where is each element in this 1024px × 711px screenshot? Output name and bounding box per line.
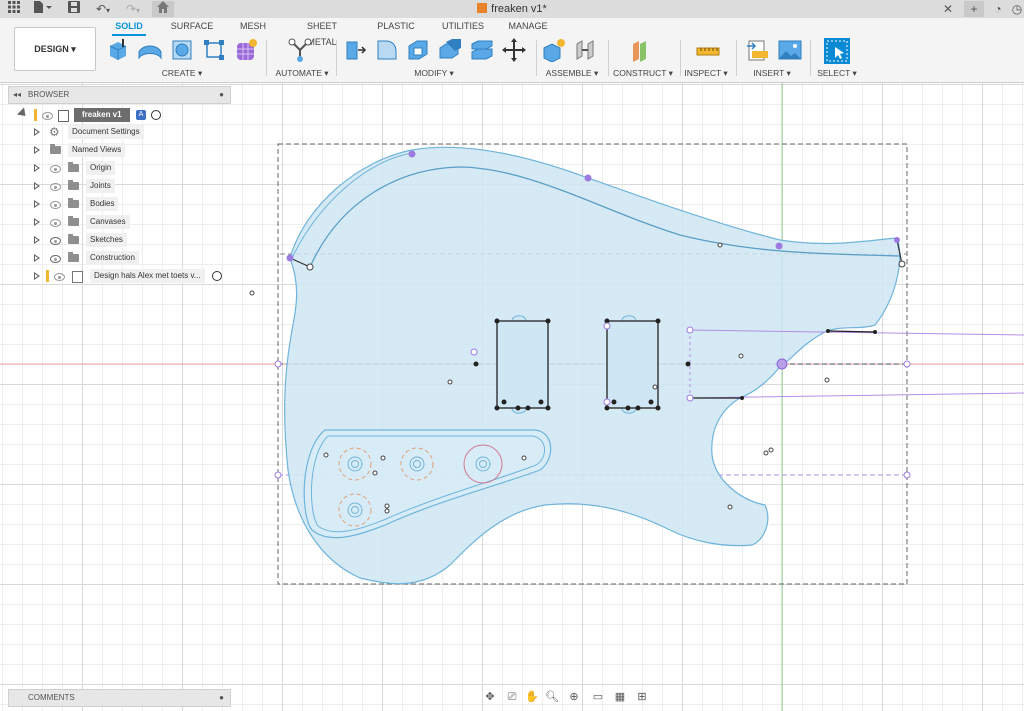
bridge-pickup (606, 315, 659, 414)
component-indicator (46, 270, 49, 282)
origin-point (776, 358, 788, 370)
folder-icon (50, 144, 61, 154)
visibility-eye-icon[interactable] (50, 237, 61, 245)
neck-pickup (496, 315, 549, 414)
browser-item-document-settings[interactable]: ⚙ Document Settings (32, 124, 228, 140)
collapse-panel-icon[interactable]: ● (219, 87, 224, 103)
browser-item-joints[interactable]: Joints (32, 178, 228, 194)
document-icon (58, 110, 69, 122)
expand-triangle-icon[interactable] (34, 164, 40, 172)
browser-panel-header[interactable]: ◂◂ BROWSER ● (8, 86, 231, 104)
browser-item-label: Sketches (86, 233, 127, 247)
browser-item-label: Origin (86, 161, 116, 175)
look-at-icon[interactable]: ⎚ (504, 689, 520, 705)
folder-icon (68, 180, 79, 190)
orbit-icon[interactable]: ✥ (482, 689, 498, 705)
expand-triangle-icon[interactable] (34, 182, 40, 190)
expand-triangle-icon[interactable] (34, 236, 40, 244)
browser-item-label: Design hals Alex met toets v... (90, 269, 205, 283)
hidden-eye-icon[interactable] (54, 273, 65, 281)
browser-item-sketches[interactable]: Sketches (32, 232, 228, 248)
folder-icon (68, 198, 79, 208)
active-indicator (34, 109, 37, 121)
expand-triangle-icon[interactable] (34, 200, 40, 208)
browser-item-construction[interactable]: Construction (32, 250, 228, 266)
display-settings-icon[interactable]: ▭ (590, 689, 606, 705)
viewports-icon[interactable]: ⊞ (634, 689, 650, 705)
expand-triangle-icon[interactable] (34, 254, 40, 262)
folder-icon (68, 234, 79, 244)
browser-item-label: Named Views (68, 143, 126, 157)
version-badge-icon[interactable]: A (136, 110, 146, 120)
browser-root-row[interactable]: freaken v1 A (16, 107, 228, 123)
browser-item-named-views[interactable]: Named Views (32, 142, 228, 158)
expand-triangle-icon[interactable] (34, 128, 40, 136)
browser-item-label: Joints (86, 179, 115, 193)
root-label[interactable]: freaken v1 (74, 108, 130, 122)
grid-settings-icon[interactable]: ▦ (612, 689, 628, 705)
zoom-window-icon[interactable]: 🔍︎ (544, 689, 560, 705)
add-comment-icon[interactable]: ● (219, 690, 224, 706)
browser-item-origin[interactable]: Origin (32, 160, 228, 176)
hidden-eye-icon[interactable] (50, 165, 61, 173)
folder-icon (68, 162, 79, 172)
gear-icon: ⚙ (49, 125, 60, 139)
browser-title: BROWSER (28, 90, 70, 99)
comments-title: COMMENTS (28, 693, 75, 702)
expand-triangle-icon[interactable] (34, 272, 40, 280)
comments-panel[interactable]: COMMENTS ● (8, 689, 231, 707)
expand-triangle-icon[interactable] (34, 146, 40, 154)
browser-item-component[interactable]: Design hals Alex met toets v... (32, 268, 228, 284)
activate-radio-icon[interactable] (151, 110, 161, 120)
expand-triangle-icon[interactable] (34, 218, 40, 226)
browser-item-label: Construction (86, 251, 139, 265)
activate-radio-icon[interactable] (212, 271, 222, 281)
hidden-eye-icon[interactable] (50, 219, 61, 227)
collapse-left-icon[interactable]: ◂◂ (13, 87, 21, 103)
fit-icon[interactable]: ⊕ (566, 689, 582, 705)
folder-icon (68, 216, 79, 226)
browser-item-bodies[interactable]: Bodies (32, 196, 228, 212)
browser-item-canvases[interactable]: Canvases (32, 214, 228, 230)
folder-icon (68, 252, 79, 262)
hidden-eye-icon[interactable] (50, 201, 61, 209)
browser-item-label: Document Settings (68, 125, 144, 139)
visibility-eye-icon[interactable] (42, 112, 53, 120)
browser-item-label: Bodies (86, 197, 119, 211)
browser-item-label: Canvases (86, 215, 130, 229)
expand-triangle-icon[interactable] (16, 107, 30, 120)
visibility-eye-icon[interactable] (50, 255, 61, 263)
navigation-bar: ✥ ⎚ ✋ 🔍︎ ⊕ ▭ ▦ ⊞ (478, 687, 658, 707)
hidden-eye-icon[interactable] (50, 183, 61, 191)
pan-hand-icon[interactable]: ✋ (524, 689, 540, 705)
component-icon (72, 271, 83, 283)
